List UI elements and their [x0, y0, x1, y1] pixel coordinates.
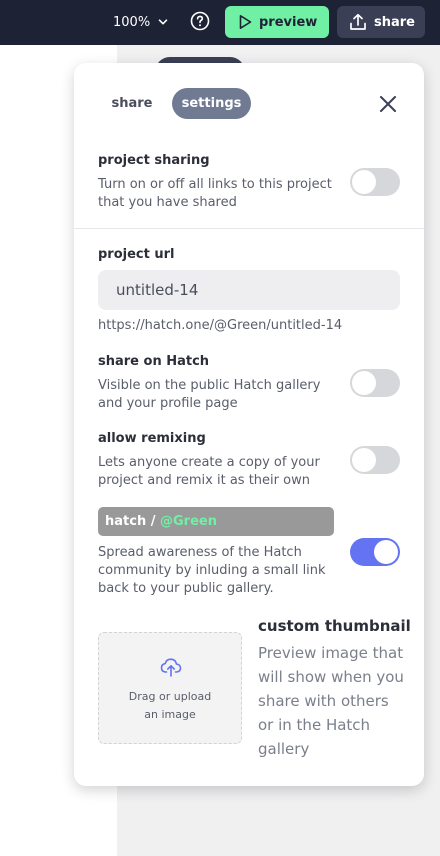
- description-line: or in the Hatch: [258, 716, 371, 734]
- project-full-url[interactable]: https://hatch.one/@Green/untitled-14: [98, 318, 342, 333]
- hatch-badge-preview: hatch / @Green: [98, 507, 334, 536]
- toggle-knob: [352, 371, 376, 395]
- top-bar: 100% preview share: [0, 0, 440, 45]
- share-on-hatch-description: Visible on the public Hatch gallery and …: [98, 377, 320, 413]
- allow-remixing-description: Lets anyone create a copy of your projec…: [98, 454, 320, 490]
- project-url-label: project url: [98, 247, 175, 262]
- badge-prefix: hatch /: [105, 514, 161, 529]
- upload-icon: [350, 13, 366, 30]
- dropzone-line: an image: [144, 708, 196, 721]
- cloud-upload-icon: [160, 658, 182, 677]
- project-sharing-toggle[interactable]: [350, 168, 400, 196]
- description-line: Lets anyone create a copy of your: [98, 455, 320, 470]
- description-line: Preview image that: [258, 644, 404, 662]
- description-line: Turn on or off all links to this project: [98, 177, 332, 192]
- zoom-level: 100%: [113, 14, 151, 30]
- thumbnail-upload-dropzone[interactable]: Drag or upload an image: [98, 632, 242, 744]
- chevron-down-icon: [158, 19, 168, 25]
- dropzone-text: Drag or upload an image: [99, 688, 241, 724]
- toggle-knob: [352, 448, 376, 472]
- description-line: that you have shared: [98, 195, 237, 210]
- tab-settings[interactable]: settings: [172, 88, 251, 119]
- share-button[interactable]: share: [337, 6, 425, 38]
- preview-label: preview: [259, 14, 318, 30]
- divider: [74, 228, 424, 229]
- help-icon[interactable]: [190, 11, 210, 31]
- tab-share[interactable]: share: [104, 88, 160, 119]
- toggle-knob: [374, 540, 398, 564]
- play-icon: [239, 15, 252, 29]
- share-on-hatch-toggle[interactable]: [350, 369, 400, 397]
- share-settings-panel: share settings project sharing Turn on o…: [74, 63, 424, 786]
- description-line: back to your public gallery.: [98, 581, 274, 596]
- description-line: gallery: [258, 740, 310, 758]
- custom-thumbnail-description: Preview image that will show when you sh…: [258, 641, 408, 761]
- description-line: Spread awareness of the Hatch: [98, 545, 302, 560]
- allow-remixing-toggle[interactable]: [350, 446, 400, 474]
- description-line: and your profile page: [98, 396, 238, 411]
- hatch-badge-description: Spread awareness of the Hatch community …: [98, 544, 326, 598]
- project-sharing-label: project sharing: [98, 153, 210, 168]
- project-url-input[interactable]: untitled-14: [98, 270, 400, 310]
- description-line: project and remix it as their own: [98, 473, 310, 488]
- allow-remixing-label: allow remixing: [98, 431, 206, 446]
- badge-username: @Green: [160, 514, 217, 529]
- description-line: Visible on the public Hatch gallery: [98, 378, 321, 393]
- toggle-knob: [352, 170, 376, 194]
- description-line: community by inluding a small link: [98, 563, 326, 578]
- custom-thumbnail-title: custom thumbnail: [258, 617, 411, 635]
- hatch-badge-toggle[interactable]: [350, 538, 400, 566]
- zoom-dropdown[interactable]: 100%: [113, 12, 168, 32]
- project-sharing-description: Turn on or off all links to this project…: [98, 176, 332, 212]
- preview-button[interactable]: preview: [225, 6, 329, 38]
- share-label: share: [374, 14, 415, 30]
- close-icon[interactable]: [378, 94, 398, 114]
- description-line: share with others: [258, 692, 389, 710]
- dropzone-line: Drag or upload: [128, 690, 212, 703]
- description-line: will show when you: [258, 668, 404, 686]
- share-on-hatch-label: share on Hatch: [98, 354, 210, 369]
